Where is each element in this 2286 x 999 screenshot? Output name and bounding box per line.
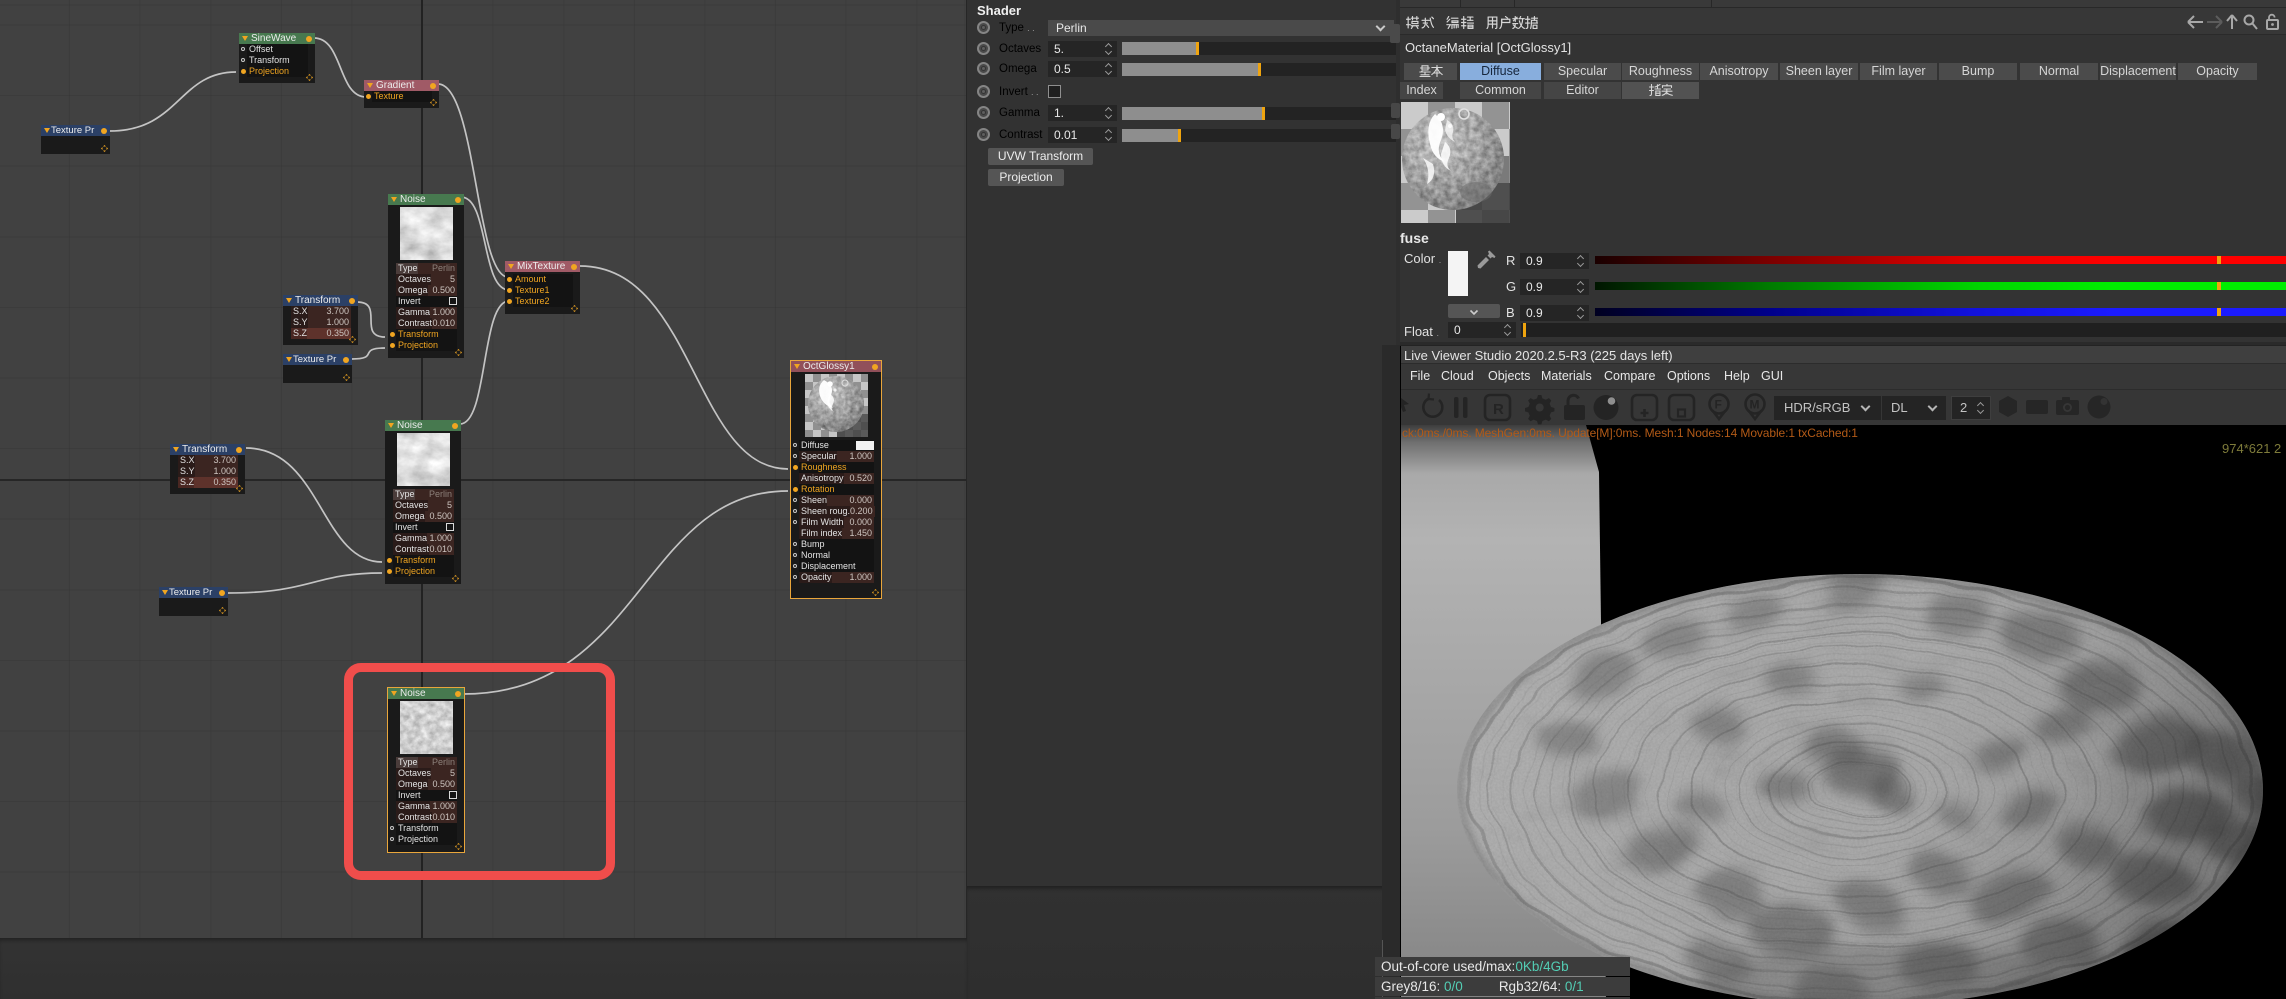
svg-text:R: R bbox=[1493, 401, 1504, 418]
svg-text:M: M bbox=[1750, 398, 1760, 412]
svg-text:F: F bbox=[1715, 398, 1722, 412]
